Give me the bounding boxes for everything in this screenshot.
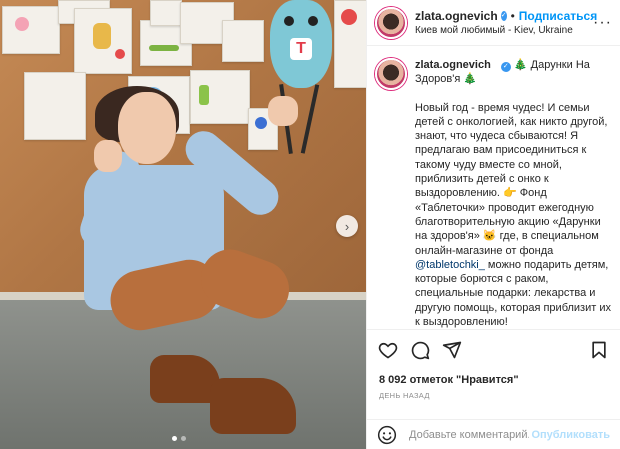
heart-icon (378, 342, 398, 358)
verified-badge-icon: ✓ (500, 11, 507, 21)
username-link[interactable]: zlata.ognevich (415, 9, 498, 23)
comment-button[interactable] (409, 339, 431, 361)
carousel-indicator (172, 436, 186, 441)
caption-text-part: Новый год - время чудес! И семьи детей с… (415, 101, 611, 257)
avatar[interactable] (375, 6, 407, 39)
mention-link[interactable]: @tabletochki_ (415, 259, 485, 271)
next-slide-button[interactable]: › (336, 215, 358, 237)
child-drawing (190, 70, 250, 124)
girl-face (118, 92, 176, 164)
caption-title-row: zlata.ognevich ✓ 🎄 Дарунки На Здоров'я 🎄 (415, 58, 612, 87)
girl-boot (210, 378, 296, 434)
child-drawing (2, 6, 60, 54)
child-drawing (334, 0, 366, 88)
like-button[interactable] (377, 339, 399, 361)
toy-badge: T (290, 38, 312, 60)
share-button[interactable] (441, 339, 463, 361)
caption-body: zlata.ognevich ✓ 🎄 Дарунки На Здоров'я 🎄… (415, 58, 612, 329)
save-button[interactable] (588, 339, 610, 361)
username-link[interactable]: zlata.ognevich (415, 59, 491, 71)
child-drawing (150, 0, 182, 26)
publish-button[interactable]: Опубликовать (531, 429, 610, 441)
child-drawing (74, 8, 132, 74)
emoji-icon[interactable] (377, 425, 397, 445)
header-text: zlata.ognevich ✓ • Подписаться Киев мой … (415, 9, 597, 36)
verified-badge-icon: ✓ (500, 62, 511, 72)
post-time[interactable]: ДЕНЬ НАЗАД (379, 391, 430, 400)
comment-icon (411, 341, 430, 359)
location-link[interactable]: Киев мой любимый - Kiev, Ukraine (415, 25, 587, 36)
girl-hand (94, 140, 122, 172)
action-bar (367, 329, 620, 369)
bookmark-icon (592, 341, 606, 358)
likes-count[interactable]: 8 092 отметок "Нравится" (379, 374, 519, 386)
separator-dot: • (510, 9, 515, 23)
follow-button[interactable]: Подписаться (519, 9, 597, 23)
carousel-dot (181, 436, 186, 441)
caption-area: zlata.ognevich ✓ 🎄 Дарунки На Здоров'я 🎄… (367, 46, 620, 329)
post-header: zlata.ognevich ✓ • Подписаться Киев мой … (367, 0, 620, 46)
girl-hand (268, 96, 298, 126)
post-photo[interactable]: T › (0, 0, 366, 449)
header-top-row: zlata.ognevich ✓ • Подписаться (415, 9, 597, 23)
post-sidebar: zlata.ognevich ✓ • Подписаться Киев мой … (366, 0, 620, 449)
child-drawing (222, 20, 264, 62)
plush-toy: T (270, 0, 332, 88)
send-icon (442, 341, 462, 358)
child-drawing (24, 72, 86, 140)
more-options-icon[interactable]: ··· (587, 14, 612, 32)
toy-eye (308, 16, 318, 26)
instagram-post: T › zlata.ognevich ✓ • Подписаться Киев … (0, 0, 620, 449)
caption-text: Новый год - время чудес! И семьи детей с… (415, 101, 612, 329)
chevron-right-icon: › (344, 218, 350, 234)
toy-eye (284, 16, 294, 26)
comment-input[interactable] (407, 427, 532, 442)
carousel-dot (172, 436, 177, 441)
avatar[interactable] (375, 58, 407, 90)
comment-box: Опубликовать (367, 419, 620, 449)
